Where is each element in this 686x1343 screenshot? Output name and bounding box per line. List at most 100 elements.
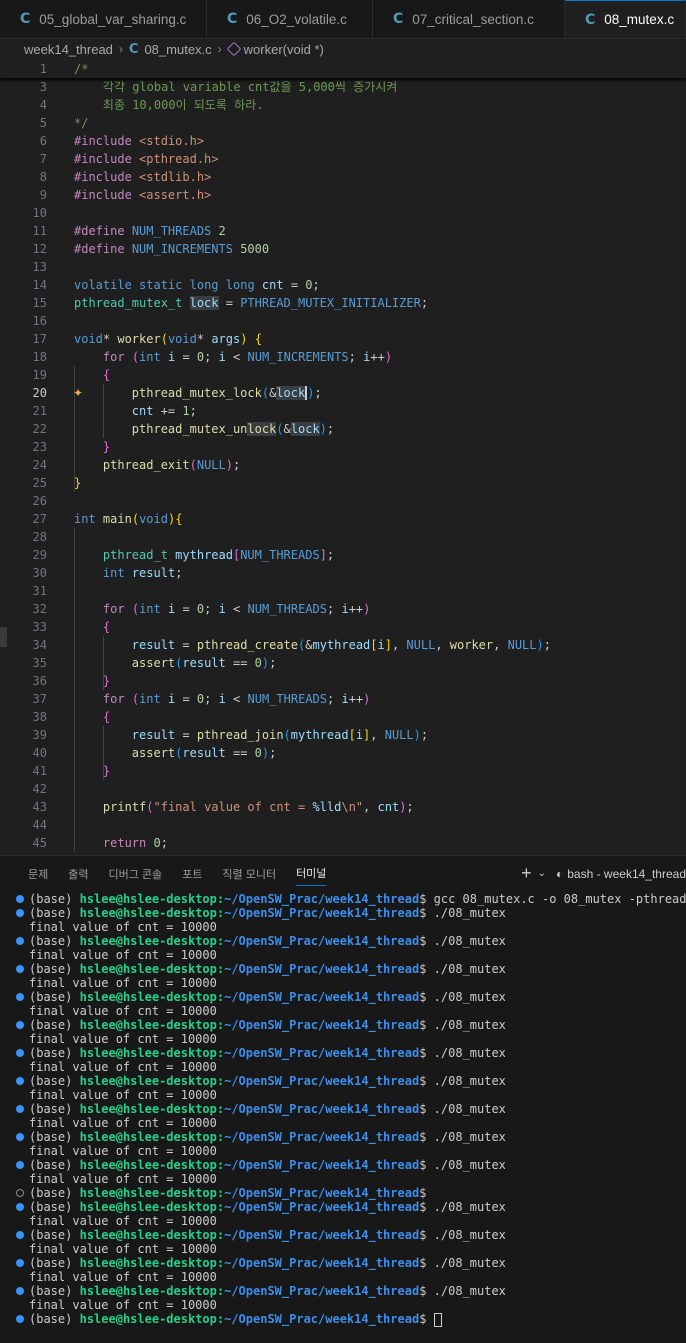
command-status-dot-icon[interactable] xyxy=(16,1231,24,1239)
prompt-user: hslee@hslee-desktop xyxy=(79,1158,217,1172)
line-number: 12 xyxy=(32,242,47,256)
terminal-output-line: final value of cnt = 10000 xyxy=(0,1032,686,1046)
terminal-output-line: final value of cnt = 10000 xyxy=(0,948,686,962)
terminal-output-text: final value of cnt = 10000 xyxy=(29,1214,217,1228)
command-status-dot-icon[interactable] xyxy=(16,1077,24,1085)
command-status-dot-icon[interactable] xyxy=(16,965,24,973)
terminal-prompt: (base) hslee@hslee-desktop:~/OpenSW_Prac… xyxy=(29,1046,506,1060)
prompt-path: ~/OpenSW_Prac/week14_thread xyxy=(224,1228,420,1242)
line-number: 30 xyxy=(32,566,47,580)
terminal-prompt: (base) hslee@hslee-desktop:~/OpenSW_Prac… xyxy=(29,1074,506,1088)
code-line: 12 #define NUM_INCREMENTS 5000 xyxy=(0,240,686,258)
chevron-down-icon[interactable]: ⌄ xyxy=(538,868,546,879)
prompt-user: hslee@hslee-desktop xyxy=(79,1046,217,1060)
command-status-dot-icon[interactable] xyxy=(16,1259,24,1267)
add-terminal-icon[interactable]: + xyxy=(521,863,532,884)
command-status-dot-icon[interactable] xyxy=(16,1021,24,1029)
command-status-dot-icon[interactable] xyxy=(16,1133,24,1141)
code-line: 43 printf("final value of cnt = %lld\n",… xyxy=(0,798,686,816)
line-number: 29 xyxy=(32,548,47,562)
command-status-dot-icon[interactable] xyxy=(16,1161,24,1169)
terminal-command: ./08_mutex xyxy=(433,1018,506,1032)
tab-debug-console[interactable]: 디버그 콘솔 xyxy=(109,866,163,882)
terminal-output[interactable]: (base) hslee@hslee-desktop:~/OpenSW_Prac… xyxy=(0,892,686,1343)
code-line: 8 #include <stdlib.h> xyxy=(0,168,686,186)
tab-08-mutex[interactable]: C 08_mutex.c ✕ xyxy=(565,0,686,38)
code-line: 1/* xyxy=(0,60,686,78)
breadcrumb-file[interactable]: 08_mutex.c xyxy=(144,42,211,57)
prompt-path: ~/OpenSW_Prac/week14_thread xyxy=(224,1074,420,1088)
command-status-dot-icon[interactable] xyxy=(16,1049,24,1057)
line-number: 41 xyxy=(32,764,47,778)
line-number: 8 xyxy=(39,170,47,184)
command-status-dot-icon[interactable] xyxy=(16,1203,24,1211)
line-number: 27 xyxy=(32,512,47,526)
tab-05-global-var-sharing[interactable]: C 05_global_var_sharing.c xyxy=(0,0,207,38)
line-number: 7 xyxy=(39,152,47,166)
breadcrumb-symbol[interactable]: worker(void *) xyxy=(244,42,324,57)
line-number: 14 xyxy=(32,278,47,292)
tab-07-critical-section[interactable]: C 07_critical_section.c xyxy=(373,0,565,38)
code-line: 33 { xyxy=(0,618,686,636)
prompt-user: hslee@hslee-desktop xyxy=(79,1130,217,1144)
command-status-dot-icon[interactable] xyxy=(16,909,24,917)
tab-output[interactable]: 출력 xyxy=(68,866,88,882)
code-line: 38 { xyxy=(0,708,686,726)
line-number: 40 xyxy=(32,746,47,760)
code-line: 3 각각 global variable cnt값을 5,000씩 증가시켜 xyxy=(0,78,686,96)
tab-serial-monitor[interactable]: 직렬 모니터 xyxy=(222,866,276,882)
terminal-shell-label[interactable]: bash - week14_thread xyxy=(567,867,686,881)
terminal-prompt-line: (base) hslee@hslee-desktop:~/OpenSW_Prac… xyxy=(0,1186,686,1200)
terminal-command: ./08_mutex xyxy=(433,962,506,976)
terminal-output-text: final value of cnt = 10000 xyxy=(29,976,217,990)
prompt-path: ~/OpenSW_Prac/week14_thread xyxy=(224,1186,420,1200)
line-number: 15 xyxy=(32,296,47,310)
tab-label: 05_global_var_sharing.c xyxy=(39,11,187,27)
line-number: 35 xyxy=(32,656,47,670)
line-number: 10 xyxy=(32,206,47,220)
terminal-prompt-line: (base) hslee@hslee-desktop:~/OpenSW_Prac… xyxy=(0,1284,686,1298)
command-status-dot-icon[interactable] xyxy=(16,1287,24,1295)
code-line: 5 */ xyxy=(0,114,686,132)
terminal-command: ./08_mutex xyxy=(433,990,506,1004)
tab-ports[interactable]: 포트 xyxy=(182,866,202,882)
terminal-output-text: final value of cnt = 10000 xyxy=(29,1298,217,1312)
tab-terminal[interactable]: 터미널 xyxy=(296,865,327,886)
code-line: 11 #define NUM_THREADS 2 xyxy=(0,222,686,240)
terminal-command: ./08_mutex xyxy=(433,1228,506,1242)
terminal-prompt: (base) hslee@hslee-desktop:~/OpenSW_Prac… xyxy=(29,1256,506,1270)
line-number: 31 xyxy=(32,584,47,598)
breadcrumb-folder[interactable]: week14_thread xyxy=(24,42,113,57)
command-status-dot-icon[interactable] xyxy=(16,993,24,1001)
terminal-prompt-line: (base) hslee@hslee-desktop:~/OpenSW_Prac… xyxy=(0,962,686,976)
terminal-output-text: final value of cnt = 10000 xyxy=(29,1172,217,1186)
code-editor[interactable]: 1/* 3 각각 global variable cnt값을 5,000씩 증가… xyxy=(0,60,686,853)
code-line: 26 xyxy=(0,492,686,510)
code-line: 9 #include <assert.h> xyxy=(0,186,686,204)
terminal-output-text: final value of cnt = 10000 xyxy=(29,948,217,962)
terminal-icon: ◐ xyxy=(556,866,564,881)
command-status-dot-icon[interactable] xyxy=(16,1105,24,1113)
terminal-cursor[interactable] xyxy=(433,1312,442,1327)
prompt-path: ~/OpenSW_Prac/week14_thread xyxy=(224,990,420,1004)
code-line: 18 for (int i = 0; i < NUM_INCREMENTS; i… xyxy=(0,348,686,366)
prompt-env: (base) xyxy=(29,962,73,976)
prompt-env: (base) xyxy=(29,1256,73,1270)
prompt-env: (base) xyxy=(29,1186,73,1200)
tab-problems[interactable]: 문제 xyxy=(28,866,48,882)
command-status-dot-icon[interactable] xyxy=(16,895,24,903)
line-number: 5 xyxy=(39,116,47,130)
code-line: 17 void* worker(void* args) { xyxy=(0,330,686,348)
prompt-path: ~/OpenSW_Prac/week14_thread xyxy=(224,906,420,920)
line-number: 32 xyxy=(32,602,47,616)
command-status-dot-icon[interactable] xyxy=(16,1189,24,1197)
prompt-path: ~/OpenSW_Prac/week14_thread xyxy=(224,892,420,906)
prompt-user: hslee@hslee-desktop xyxy=(79,990,217,1004)
terminal-command: ./08_mutex xyxy=(433,1046,506,1060)
command-status-dot-icon[interactable] xyxy=(16,1315,24,1323)
line-number: 17 xyxy=(32,332,47,346)
code-line: 4 최종 10,000이 되도록 하라. xyxy=(0,96,686,114)
tab-06-o2-volatile[interactable]: C 06_O2_volatile.c xyxy=(207,0,373,38)
terminal-prompt-line: (base) hslee@hslee-desktop:~/OpenSW_Prac… xyxy=(0,1312,686,1327)
command-status-dot-icon[interactable] xyxy=(16,937,24,945)
